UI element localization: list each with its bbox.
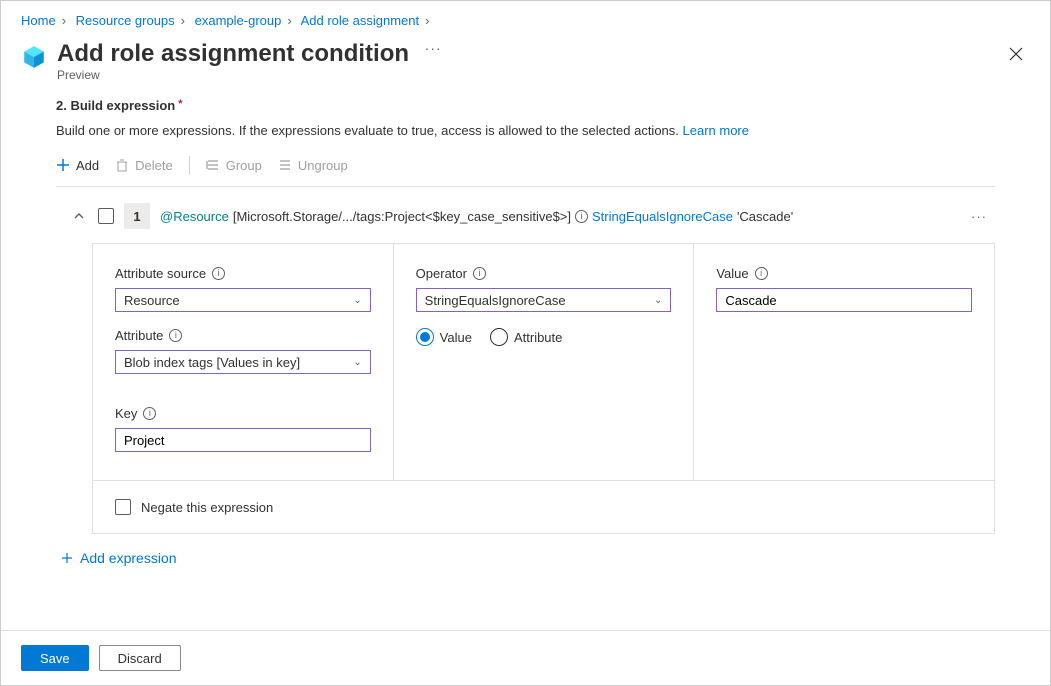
expression-preview: @Resource[Microsoft.Storage/.../tags:Pro… [160,209,793,224]
operator-select[interactable]: StringEqualsIgnoreCase ⌄ [416,288,672,312]
ungroup-button: Ungroup [278,158,348,173]
value-input[interactable] [716,288,972,312]
compare-attribute-radio[interactable]: Attribute [490,328,562,346]
info-icon[interactable]: i [212,267,225,280]
delete-button: Delete [115,158,173,173]
chevron-up-icon [73,210,85,222]
collapse-button[interactable] [70,207,88,225]
operator-label: Operatori [416,266,672,281]
chevron-down-icon: ⌄ [353,357,361,368]
add-button[interactable]: Add [56,158,99,173]
breadcrumb-example-group[interactable]: example-group [195,13,282,28]
expression-toolbar: Add Delete Group Ungroup [56,156,995,174]
info-icon[interactable]: i [755,267,768,280]
page-title: Add role assignment condition [57,40,409,68]
save-button[interactable]: Save [21,645,89,671]
plus-icon [60,551,74,565]
expression-card: Attribute sourcei Resource ⌄ Attributei … [92,243,995,534]
info-icon[interactable]: i [473,267,486,280]
footer: Save Discard [1,630,1050,685]
cube-icon [21,44,47,70]
info-icon[interactable]: i [143,407,156,420]
compare-mode-radios: Value Attribute [416,328,672,346]
key-input[interactable] [115,428,371,452]
expression-checkbox[interactable] [98,208,114,224]
source-column: Attribute sourcei Resource ⌄ Attributei … [93,244,394,480]
required-star: * [178,98,182,110]
breadcrumb-add-role-assignment[interactable]: Add role assignment [301,13,420,28]
breadcrumb: Home› Resource groups› example-group› Ad… [1,1,1050,36]
discard-button[interactable]: Discard [99,645,181,671]
chevron-down-icon: ⌄ [654,295,662,306]
key-label: Keyi [115,406,371,421]
expression-index: 1 [124,203,150,229]
step-description: Build one or more expressions. If the ex… [56,123,995,138]
attribute-source-select[interactable]: Resource ⌄ [115,288,371,312]
attribute-label: Attributei [115,328,371,343]
learn-more-link[interactable]: Learn more [683,123,749,138]
negate-checkbox[interactable] [115,499,131,515]
negate-row: Negate this expression [93,480,994,533]
expression-row: 1 @Resource[Microsoft.Storage/.../tags:P… [56,199,995,243]
breadcrumb-resource-groups[interactable]: Resource groups [76,13,175,28]
chevron-down-icon: ⌄ [353,295,361,306]
value-label: Valuei [716,266,972,281]
attribute-source-label: Attribute sourcei [115,266,371,281]
compare-value-radio[interactable]: Value [416,328,472,346]
value-column: Valuei [694,244,994,480]
operator-column: Operatori StringEqualsIgnoreCase ⌄ Value [394,244,695,480]
row-more-button[interactable]: ··· [971,209,987,224]
title-more-icon[interactable]: ··· [425,40,442,56]
group-icon [206,158,220,172]
step-title: 2. Build expression* [56,98,995,113]
info-icon[interactable]: i [575,210,588,223]
breadcrumb-home[interactable]: Home [21,13,56,28]
ungroup-icon [278,158,292,172]
negate-label: Negate this expression [141,500,273,515]
group-button: Group [206,158,262,173]
add-expression-button[interactable]: Add expression [60,550,177,566]
trash-icon [115,158,129,172]
info-icon[interactable]: i [169,329,182,342]
attribute-select[interactable]: Blob index tags [Values in key] ⌄ [115,350,371,374]
plus-icon [56,158,70,172]
close-button[interactable] [1002,40,1030,68]
page-subtitle: Preview [57,68,1002,82]
